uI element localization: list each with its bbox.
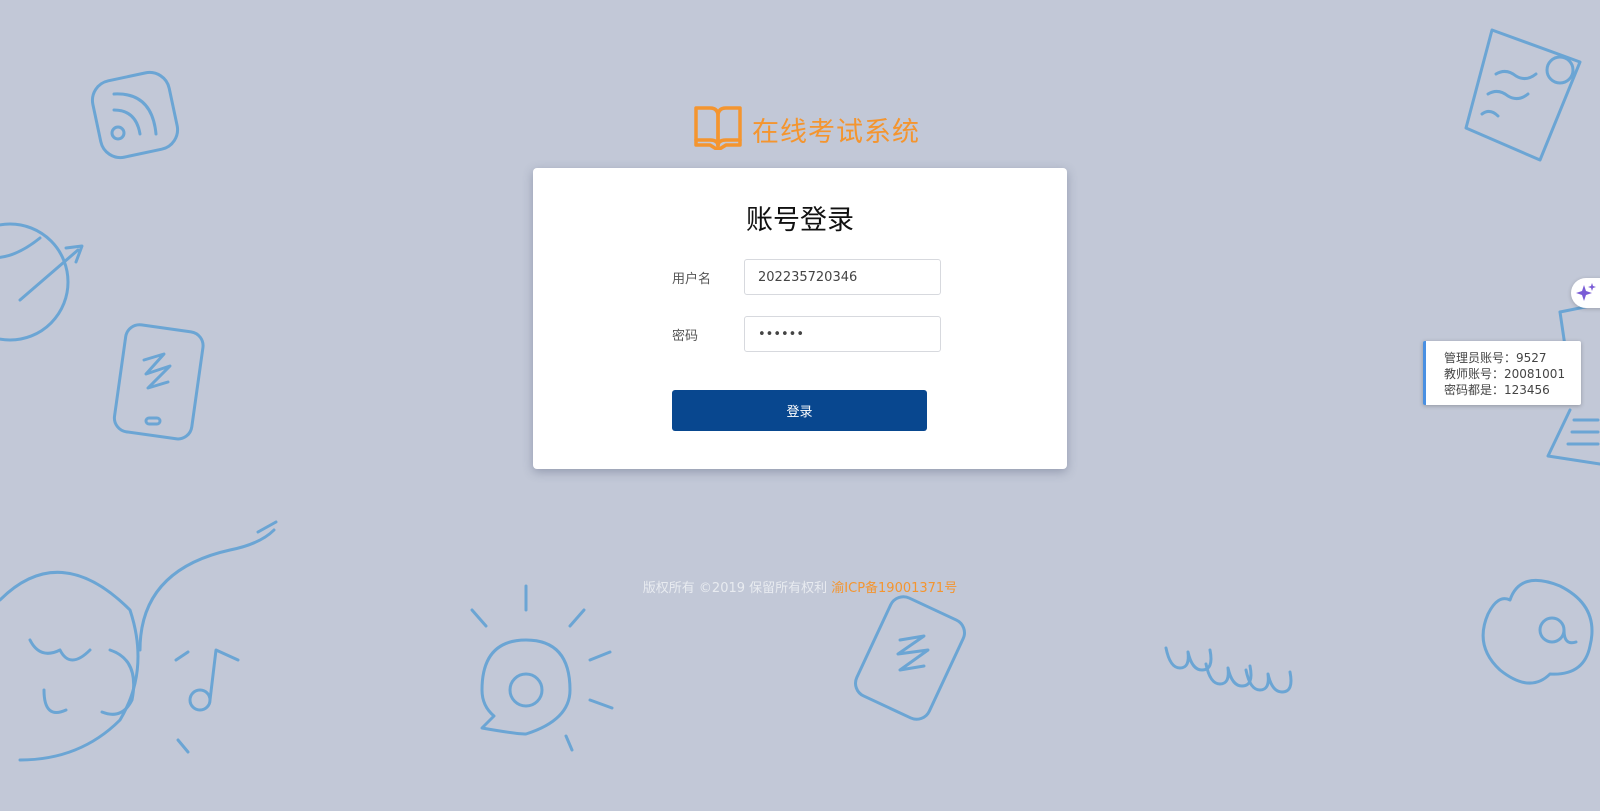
rss-icon (90, 70, 180, 160)
app-title: 在线考试系统 (752, 116, 920, 148)
brand-header: 在线考试系统 (694, 104, 920, 154)
document-icon (1464, 28, 1582, 162)
login-button[interactable]: 登录 (672, 390, 927, 431)
login-card: 账号登录 用户名 密码 登录 (533, 168, 1067, 469)
username-label: 用户名 (672, 272, 712, 287)
sparkle-icon (1575, 282, 1597, 308)
password-label: 密码 (672, 329, 699, 344)
lightbulb-icon (470, 584, 614, 752)
copyright-text: 版权所有 ©2019 保留所有权利 (642, 581, 832, 596)
account-hint-box: 管理员账号：9527 教师账号：20081001 密码都是：123456 (1423, 341, 1581, 405)
icp-link[interactable]: 渝ICP备19001371号 (831, 581, 957, 596)
tablet-icon (854, 595, 966, 721)
globe-icon (0, 222, 84, 342)
open-book-icon (694, 104, 742, 154)
headphones-icon (0, 520, 278, 762)
login-title: 账号登录 (746, 205, 854, 236)
assistant-tab[interactable] (1571, 278, 1600, 308)
password-input[interactable] (744, 316, 941, 352)
www-icon (1164, 646, 1293, 694)
music-note-icon (174, 648, 240, 754)
hint-admin: 管理员账号：9527 (1444, 351, 1547, 365)
username-input[interactable] (744, 259, 941, 295)
footer: 版权所有 ©2019 保留所有权利 渝ICP备19001371号 (0, 577, 1600, 596)
hint-teacher: 教师账号：20081001 (1444, 367, 1566, 381)
phone-icon (112, 323, 205, 441)
hint-password: 密码都是：123456 (1444, 383, 1550, 397)
